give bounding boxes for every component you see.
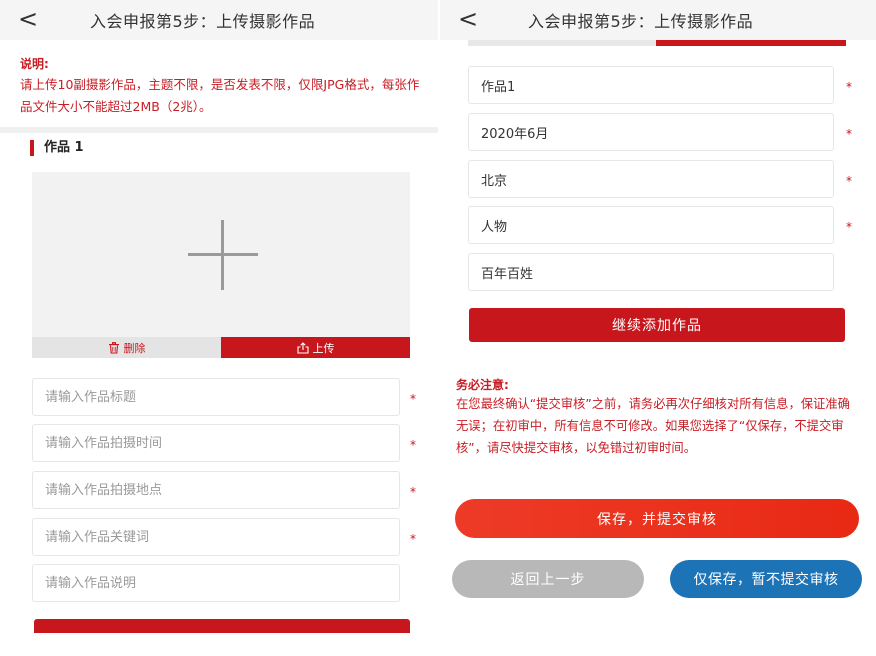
nav-header: < 入会申报第5步：上传摄影作品 xyxy=(0,0,438,40)
warning-label: 务必注意: xyxy=(456,378,509,392)
shoot-location-input[interactable] xyxy=(32,471,400,509)
chevron-left-icon[interactable]: < xyxy=(458,4,478,34)
description-input[interactable] xyxy=(32,564,400,602)
continue-add-button[interactable]: 继续添加作品 xyxy=(469,308,845,342)
required-mark: * xyxy=(846,80,852,94)
required-mark: * xyxy=(846,127,852,141)
page-title: 入会申报第5步：上传摄影作品 xyxy=(528,12,754,31)
required-mark: * xyxy=(410,438,416,452)
shoot-time-input[interactable] xyxy=(468,113,834,151)
continue-button-partial[interactable] xyxy=(34,619,410,633)
plus-icon xyxy=(188,220,258,290)
required-mark: * xyxy=(410,392,416,406)
upload-label: 上传 xyxy=(312,341,335,355)
upload-form-screen-top: < 入会申报第5步：上传摄影作品 说明: 请上传10副摄影作品，主题不限，是否发… xyxy=(0,0,438,656)
delete-button-partial[interactable] xyxy=(468,40,656,46)
page-title: 入会申报第5步：上传摄影作品 xyxy=(90,12,316,31)
work-section-title: 作品 1 xyxy=(30,140,84,156)
work-title-input[interactable] xyxy=(32,378,400,416)
photo-upload-area[interactable] xyxy=(32,172,410,337)
required-mark: * xyxy=(410,532,416,546)
upload-actions: 删除 上传 xyxy=(32,337,410,358)
delete-label: 删除 xyxy=(123,341,146,355)
upload-button[interactable]: 上传 xyxy=(221,337,410,358)
upload-form-screen-bottom: < 入会申报第5步：上传摄影作品 * * * * 继续添加作品 务必注意: 在您… xyxy=(440,0,876,656)
work-title-input[interactable] xyxy=(468,66,834,104)
upload-icon xyxy=(296,341,309,354)
notice-label: 说明: xyxy=(20,57,49,71)
save-and-submit-button[interactable]: 保存，并提交审核 xyxy=(455,499,859,538)
upload-button-partial[interactable] xyxy=(656,40,846,46)
save-only-button[interactable]: 仅保存，暂不提交审核 xyxy=(670,560,862,598)
shoot-time-input[interactable] xyxy=(32,424,400,462)
required-mark: * xyxy=(846,174,852,188)
description-input[interactable] xyxy=(468,253,834,291)
shoot-location-input[interactable] xyxy=(468,160,834,198)
trash-icon xyxy=(108,341,119,354)
chevron-left-icon[interactable]: < xyxy=(18,4,38,34)
warning-text: 在您最终确认“提交审核”之前，请务必再次仔细核对所有信息，保证准确无误；在初审中… xyxy=(456,397,850,455)
section-divider xyxy=(0,127,438,133)
delete-button[interactable]: 删除 xyxy=(32,337,221,358)
required-mark: * xyxy=(846,220,852,234)
notice-text: 请上传10副摄影作品，主题不限，是否发表不限，仅限JPG格式，每张作品文件大小不… xyxy=(20,77,420,114)
required-mark: * xyxy=(410,485,416,499)
keywords-input[interactable] xyxy=(32,518,400,556)
previous-step-button[interactable]: 返回上一步 xyxy=(452,560,644,598)
nav-header: < 入会申报第5步：上传摄影作品 xyxy=(440,0,876,40)
keywords-input[interactable] xyxy=(468,206,834,244)
